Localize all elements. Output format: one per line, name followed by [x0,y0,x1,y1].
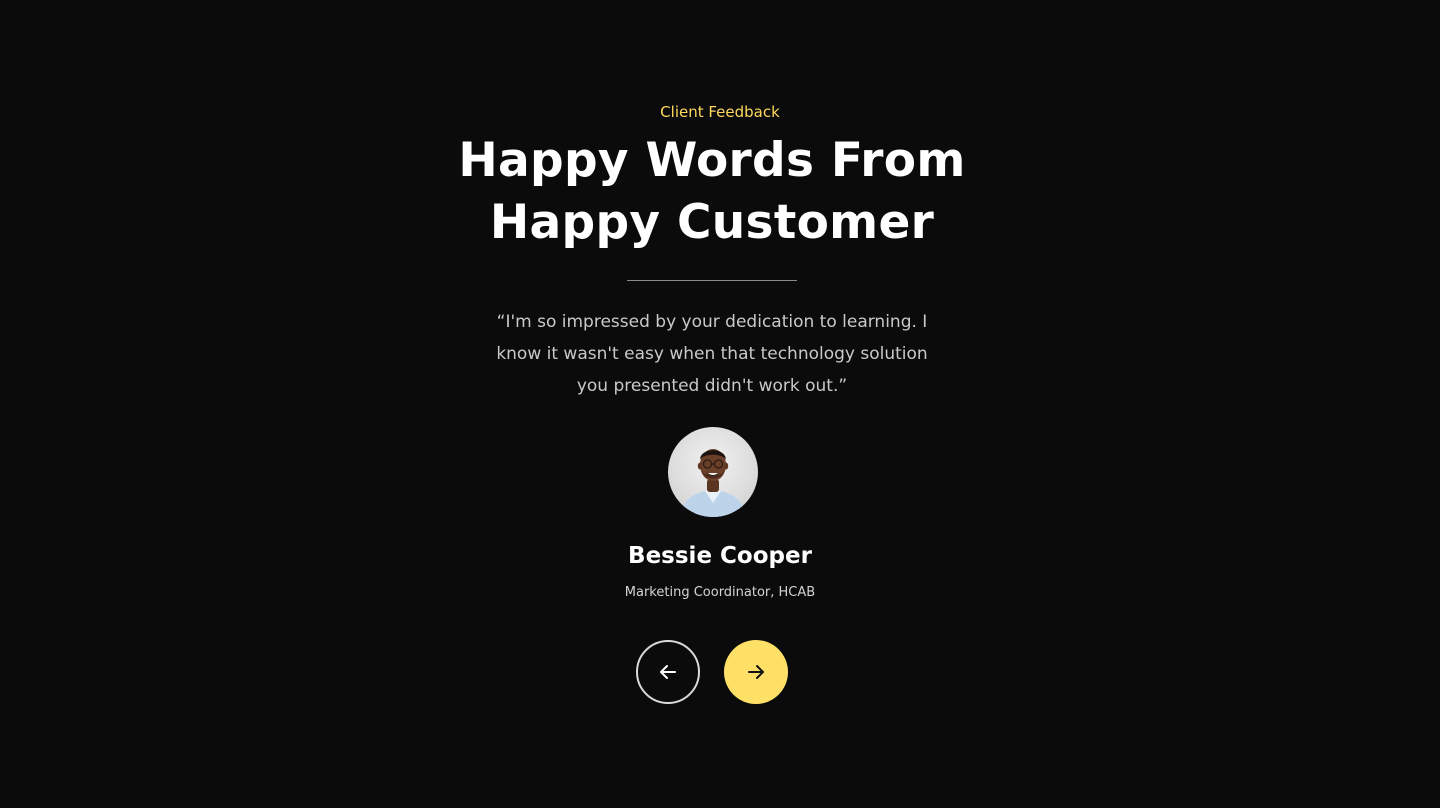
testimonial-section: Client Feedback Happy Words From Happy C… [0,0,1440,808]
title-divider [627,280,797,281]
arrow-left-icon [660,665,676,679]
testimonial-quote: “I'm so impressed by your dedication to … [496,312,928,396]
previous-testimonial-button[interactable] [636,640,700,704]
section-title-line-2: Happy Customer [489,195,935,250]
next-testimonial-button[interactable] [724,640,788,704]
author-role: Marketing Coordinator, HCAB [624,585,816,600]
section-title: Happy Words From Happy Customer [420,130,1004,254]
section-title-line-1: Happy Words From [458,133,966,188]
author-avatar [668,427,758,517]
section-eyebrow: Client Feedback [660,103,780,121]
author-avatar-illustration [678,449,748,517]
author-name: Bessie Cooper [628,543,812,569]
arrow-right-icon [748,665,764,679]
